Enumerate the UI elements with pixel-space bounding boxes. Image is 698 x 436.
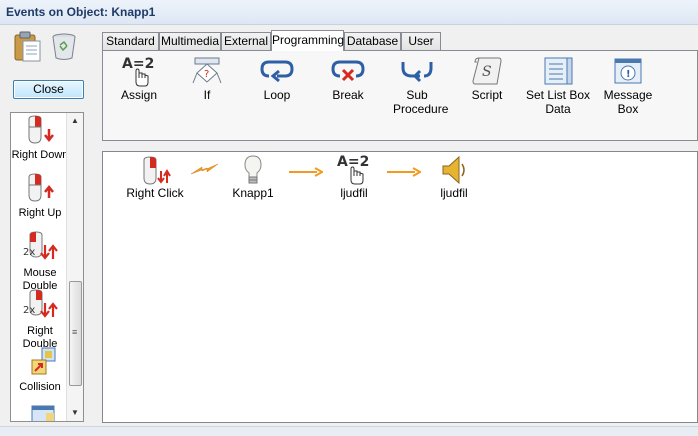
mouse-right-down-icon <box>11 115 69 149</box>
flow-node-ljudfil-assign[interactable]: A=2 ljudfil <box>331 152 377 200</box>
tool-script[interactable]: S Script <box>465 54 509 102</box>
assign-icon: A=2 <box>117 54 161 88</box>
scroll-thumb[interactable]: ≡ <box>69 281 82 386</box>
flow-node-label: Knapp1 <box>232 186 274 200</box>
event-flow-canvas[interactable]: Right Click Knapp1 A=2 ljudfil ljudfil <box>102 151 698 423</box>
flow-node-label: ljudfil <box>340 186 368 200</box>
message-box-icon: ! <box>600 54 656 88</box>
event-item-right-down[interactable]: Right Down <box>11 115 69 162</box>
lightning-connector-icon <box>190 162 220 179</box>
tab-database[interactable]: Database <box>344 32 401 50</box>
tool-break[interactable]: Break <box>326 54 370 102</box>
tool-label: Script <box>471 88 503 102</box>
collision-icon <box>11 347 69 381</box>
event-list-scrollbar[interactable]: ▲ ≡ ▼ <box>66 113 83 421</box>
scroll-down-button[interactable]: ▼ <box>67 405 83 421</box>
flow-node-right-click[interactable]: Right Click <box>125 152 185 200</box>
mouse-double-click-icon: 2x <box>11 231 69 267</box>
tool-palette: A=2 Assign ? If Loop Break Sub Procedure… <box>102 50 698 141</box>
svg-text:!: ! <box>626 69 631 80</box>
event-item-right-up[interactable]: Right Up <box>11 173 69 220</box>
event-label: Collision <box>19 381 61 393</box>
title-bar: Events on Object: Knapp1 <box>0 0 698 25</box>
svg-text:2x: 2x <box>23 305 35 316</box>
tab-standard[interactable]: Standard <box>102 32 159 50</box>
mouse-right-double-icon: 2x <box>11 289 69 325</box>
tool-assign[interactable]: A=2 Assign <box>117 54 161 102</box>
svg-text:2x: 2x <box>23 247 35 258</box>
event-label: Right Down <box>11 149 69 161</box>
svg-text:S: S <box>482 64 492 80</box>
event-item-partial[interactable] <box>11 403 69 421</box>
tool-label: Sub Procedure <box>393 88 449 116</box>
tab-external[interactable]: External <box>221 32 271 50</box>
speaker-icon <box>431 152 477 186</box>
arrow-connector-icon <box>387 166 423 180</box>
window-title: Events on Object: Knapp1 <box>6 5 156 19</box>
tool-loop[interactable]: Loop <box>255 54 299 102</box>
if-icon: ? <box>187 54 227 88</box>
recycle-bin-icon[interactable] <box>50 31 78 64</box>
svg-text:?: ? <box>204 69 209 80</box>
event-item-mouse-double[interactable]: 2x Mouse Double <box>11 231 69 293</box>
scroll-up-button[interactable]: ▲ <box>67 113 83 129</box>
tool-label: Set List Box Data <box>525 88 591 116</box>
assign-icon: A=2 <box>331 152 377 186</box>
lightbulb-icon <box>228 152 278 186</box>
list-box-icon <box>523 54 593 88</box>
flow-node-ljudfil-sound[interactable]: ljudfil <box>431 152 477 200</box>
tool-label: Break <box>332 88 364 102</box>
tool-label: Message Box <box>603 88 653 116</box>
event-list[interactable]: Right Down Right Up 2x Mouse Double 2x R… <box>10 112 84 422</box>
tool-label: Assign <box>120 88 158 102</box>
window-icon <box>11 403 69 421</box>
break-icon <box>326 54 370 88</box>
tool-if[interactable]: ? If <box>187 54 227 102</box>
close-button[interactable]: Close <box>13 80 84 99</box>
tool-message-box[interactable]: ! Message Box <box>600 54 656 116</box>
tool-set-list-box-data[interactable]: Set List Box Data <box>523 54 593 116</box>
mouse-right-up-icon <box>11 173 69 207</box>
tab-user[interactable]: User <box>401 32 441 50</box>
flow-node-label: ljudfil <box>440 186 468 200</box>
sub-procedure-icon <box>393 54 441 88</box>
tab-multimedia[interactable]: Multimedia <box>159 32 221 50</box>
tool-sub-procedure[interactable]: Sub Procedure <box>393 54 449 116</box>
event-item-collision[interactable]: Collision <box>11 347 69 394</box>
loop-icon <box>255 54 299 88</box>
event-label: Right Up <box>18 207 62 219</box>
flow-node-label: Right Click <box>126 186 184 200</box>
clipboard-icon[interactable] <box>12 30 42 65</box>
tab-programming[interactable]: Programming <box>271 30 344 51</box>
mouse-right-click-icon <box>125 152 185 186</box>
arrow-connector-icon <box>289 166 325 180</box>
tool-label: If <box>203 88 211 102</box>
script-icon: S <box>465 54 509 88</box>
tool-label: Loop <box>263 88 291 102</box>
flow-node-knapp1[interactable]: Knapp1 <box>228 152 278 200</box>
event-item-right-double[interactable]: 2x Right Double <box>11 289 69 351</box>
